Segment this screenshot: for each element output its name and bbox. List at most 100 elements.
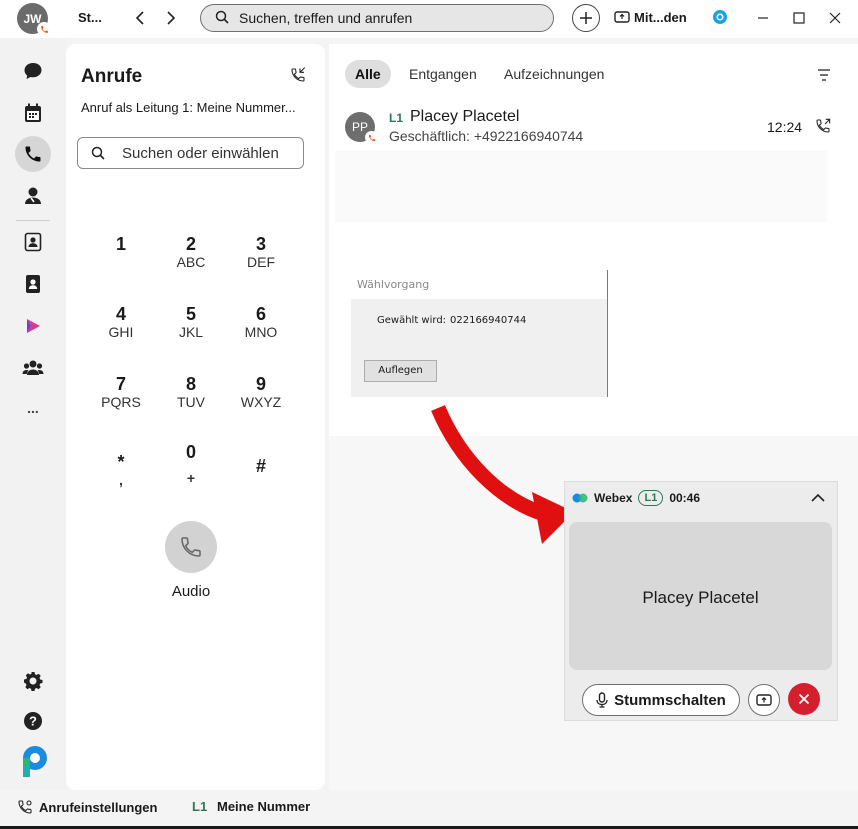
keypad-key-2[interactable]: 2 ABC: [161, 234, 221, 284]
call-window-header: Webex L1 00:46: [572, 490, 700, 506]
sidebar-divider: [16, 220, 50, 221]
contact-card-icon: [24, 232, 42, 252]
sidebar-item-webex-apps[interactable]: [15, 308, 51, 344]
left-sidebar: ... ?: [0, 38, 66, 829]
tab-entgangen[interactable]: Entgangen: [399, 60, 487, 88]
app-label: Webex: [594, 491, 633, 505]
end-call-button[interactable]: [788, 683, 820, 715]
sidebar-item-address-book[interactable]: [15, 266, 51, 302]
sidebar-item-calendar[interactable]: [15, 95, 51, 131]
calls-title: Anrufe: [81, 66, 143, 87]
sidebar-item-messaging[interactable]: [15, 53, 51, 89]
play-icon: [27, 319, 40, 333]
sidebar-item-calling[interactable]: [15, 136, 51, 172]
settings-gear-icon[interactable]: [15, 663, 51, 699]
calendar-icon: [25, 103, 41, 122]
call-settings-button[interactable]: Anrufeinstellungen: [17, 799, 157, 815]
call-duration: 00:46: [669, 491, 701, 505]
user-avatar[interactable]: JW: [17, 3, 51, 36]
close-icon[interactable]: [823, 6, 847, 30]
chat-icon: [24, 63, 42, 79]
new-button[interactable]: [572, 4, 600, 32]
sidebar-item-contacts[interactable]: [15, 178, 51, 214]
keypad-key-1[interactable]: 1: [91, 234, 151, 284]
close-icon: [798, 693, 810, 705]
mute-label: Stummschalten: [614, 691, 726, 709]
meet-button[interactable]: Mit...den: [614, 10, 687, 25]
audio-label: Audio: [171, 583, 211, 600]
search-icon: [215, 10, 229, 29]
search-icon: [91, 146, 105, 165]
line-label: L1: [192, 799, 208, 814]
mute-button[interactable]: Stummschalten: [582, 684, 740, 716]
meet-label: Mit...den: [634, 10, 687, 25]
outgoing-call-icon[interactable]: [815, 118, 831, 139]
contact-number: Geschäftlich: +4922166940744: [389, 128, 584, 144]
address-book-icon: [26, 275, 40, 293]
keypad-key-7[interactable]: 7 PQRS: [91, 374, 151, 424]
chevron-up-icon[interactable]: [811, 490, 825, 508]
sidebar-item-more[interactable]: ...: [15, 390, 51, 426]
keypad-key-3[interactable]: 3 DEF: [231, 234, 291, 284]
caller-name: Placey Placetel: [642, 588, 759, 607]
keypad-key-6[interactable]: 6 MNO: [231, 304, 291, 354]
maximize-icon[interactable]: [787, 6, 811, 30]
keypad-key-9[interactable]: 9 WXYZ: [231, 374, 291, 424]
tab-aufzeichnungen[interactable]: Aufzeichnungen: [494, 60, 614, 88]
person-phone-icon: [25, 187, 41, 204]
minimize-icon[interactable]: [751, 6, 775, 30]
title-bar: JW St... Mit...den: [0, 0, 858, 38]
global-search[interactable]: [200, 4, 554, 32]
line-info[interactable]: Anruf als Leitung 1: Meine Nummer...: [81, 100, 317, 115]
keypad-key-hash[interactable]: #: [231, 456, 291, 506]
line-label: L1: [389, 111, 404, 125]
bottom-bar: Anrufeinstellungen L1 Meine Nummer: [0, 790, 858, 829]
keypad-key-8[interactable]: 8 TUV: [161, 374, 221, 424]
phone-icon: [25, 146, 41, 162]
status-text[interactable]: St...: [78, 10, 102, 25]
webex-app-icon[interactable]: [712, 9, 728, 30]
svg-text:?: ?: [29, 714, 37, 729]
dial-search-input[interactable]: [122, 143, 294, 163]
keypad-key-star[interactable]: *,: [91, 444, 151, 494]
keypad-key-4[interactable]: 4 GHI: [91, 304, 151, 354]
dialing-dialog: Wählvorgang Gewählt wird: 022166940744 A…: [351, 270, 608, 397]
call-settings-label: Anrufeinstellungen: [39, 799, 158, 815]
webex-logo-icon: [572, 493, 588, 503]
contact-name: Placey Placetel: [410, 108, 520, 125]
help-icon[interactable]: ?: [15, 703, 51, 739]
contact-avatar: PP: [345, 112, 378, 144]
keypad-key-5[interactable]: 5 JKL: [161, 304, 221, 354]
back-arrow-icon[interactable]: [131, 8, 151, 28]
dialog-title: Wählvorgang: [351, 270, 607, 299]
sidebar-item-teams[interactable]: [15, 350, 51, 386]
placetel-logo-icon: [15, 744, 51, 780]
tab-alle[interactable]: Alle: [345, 60, 391, 88]
call-video-area: Placey Placetel: [569, 522, 832, 670]
dial-search[interactable]: [77, 137, 304, 169]
phone-badge-icon: [365, 131, 378, 144]
share-screen-button[interactable]: [748, 684, 780, 716]
call-history-icon[interactable]: [290, 67, 306, 88]
record-detail-area: [335, 150, 827, 222]
audio-call-button[interactable]: [165, 521, 217, 573]
global-search-input[interactable]: [239, 8, 539, 28]
line-badge: L1: [638, 490, 664, 506]
call-record-row[interactable]: PP L1 Placey Placetel Geschäftlich: +492…: [335, 104, 831, 150]
forward-arrow-icon[interactable]: [160, 8, 180, 28]
red-arrow-annotation: [431, 405, 574, 544]
call-settings-icon: [18, 800, 32, 814]
phone-icon: [181, 537, 201, 557]
active-call-window: Webex L1 00:46 Placey Placetel Stummscha…: [564, 481, 838, 721]
dialing-label: Gewählt wird:: [377, 315, 447, 326]
filter-icon[interactable]: [817, 68, 831, 86]
calls-panel: Anrufe Anruf als Leitung 1: Meine Nummer…: [66, 44, 325, 790]
my-number-label[interactable]: Meine Nummer: [217, 799, 310, 814]
call-time: 12:24: [767, 119, 803, 135]
hang-up-button[interactable]: Auflegen: [364, 360, 437, 382]
keypad-key-0[interactable]: 0 +: [161, 442, 221, 492]
sidebar-item-directory[interactable]: [15, 224, 51, 260]
screen-share-icon: [614, 11, 630, 23]
microphone-icon: [596, 692, 608, 708]
phone-badge-icon: [37, 22, 51, 36]
